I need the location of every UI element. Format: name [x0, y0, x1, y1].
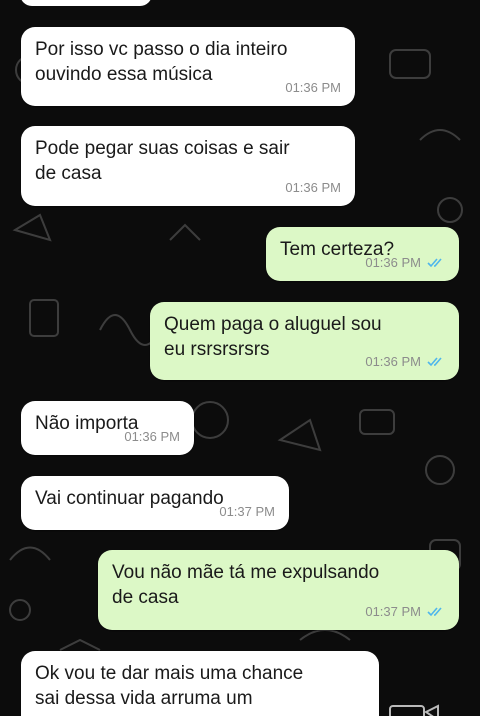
- message-time: 01:36 PM: [124, 429, 180, 444]
- message-meta: 01:37 PM: [219, 499, 275, 524]
- message-time: 01:37 PM: [219, 504, 275, 519]
- double-check-icon: [427, 606, 442, 616]
- message-time: 01:36 PM: [285, 180, 341, 195]
- message-time: 01:36 PM: [285, 80, 341, 95]
- message-meta: 01:36 PM: [285, 175, 341, 200]
- outgoing-message[interactable]: Vou não mãe tá me expulsando de casa 01:…: [98, 550, 459, 630]
- message-meta: 01:37 PM: [365, 599, 445, 624]
- message-time: 01:36 PM: [365, 354, 421, 369]
- previous-message-stub: [20, 0, 152, 6]
- message-text: Ok vou te dar mais uma chance sai dessa …: [35, 663, 304, 709]
- outgoing-message[interactable]: Tem certeza? 01:36 PM: [266, 227, 459, 281]
- double-check-icon: [427, 356, 442, 366]
- chat-view[interactable]: Por isso vc passo o dia inteiro ouvindo …: [0, 0, 480, 716]
- message-time: 01:36 PM: [365, 255, 421, 270]
- outgoing-message[interactable]: Quem paga o aluguel sou eu rsrsrsrsrs 01…: [150, 302, 459, 380]
- incoming-message[interactable]: Por isso vc passo o dia inteiro ouvindo …: [21, 27, 355, 106]
- message-meta: 01:36 PM: [365, 250, 445, 275]
- video-camera-icon: [389, 704, 439, 716]
- incoming-message[interactable]: Vai continuar pagando 01:37 PM: [21, 476, 289, 530]
- message-meta: 01:36 PM: [124, 424, 180, 449]
- double-check-icon: [427, 257, 442, 267]
- message-meta: 01:36 PM: [365, 349, 445, 374]
- incoming-message[interactable]: Pode pegar suas coisas e sair de casa 01…: [21, 126, 355, 206]
- message-time: 01:37 PM: [365, 604, 421, 619]
- message-meta: 01:36 PM: [285, 75, 341, 100]
- incoming-message[interactable]: Ok vou te dar mais uma chance sai dessa …: [21, 651, 379, 716]
- incoming-message[interactable]: Não importa 01:36 PM: [21, 401, 194, 455]
